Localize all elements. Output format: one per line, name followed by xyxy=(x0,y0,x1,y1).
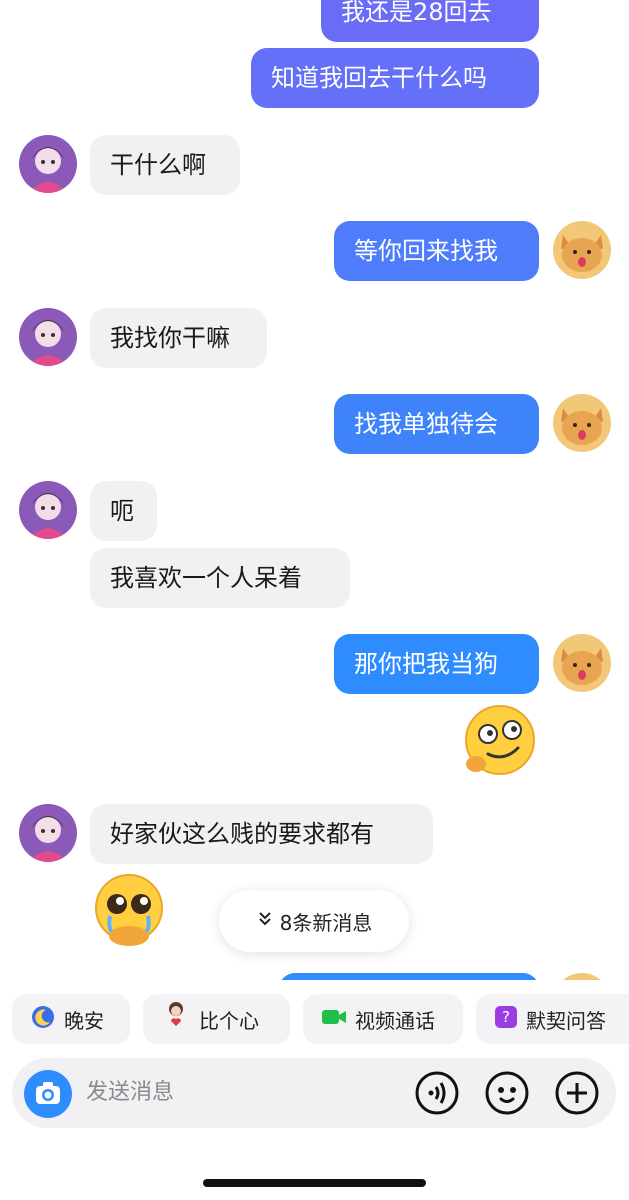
add-button[interactable] xyxy=(554,1070,600,1116)
quick-action-label: 比个心 xyxy=(199,1008,259,1033)
camera-button[interactable] xyxy=(24,1070,72,1118)
message-outgoing[interactable] xyxy=(279,973,539,980)
message-outgoing[interactable]: 等你回来找我 xyxy=(334,221,539,281)
quick-action-video-call[interactable]: 视频通话 xyxy=(303,994,463,1044)
my-avatar[interactable] xyxy=(553,634,611,692)
camera-icon xyxy=(24,1082,72,1122)
contact-avatar[interactable] xyxy=(19,804,77,862)
voice-icon xyxy=(414,1071,460,1120)
new-messages-label: 8条新消息 xyxy=(279,910,373,935)
quick-action-quiz[interactable]: ? 默契问答 xyxy=(476,994,629,1044)
quick-action-goodnight[interactable]: 晚安 xyxy=(12,994,130,1044)
message-input-bar: 发送消息 xyxy=(12,1058,616,1128)
quick-action-label: 视频通话 xyxy=(355,1008,435,1033)
quick-action-heart[interactable]: 比个心 xyxy=(143,994,290,1044)
voice-button[interactable] xyxy=(414,1070,460,1116)
message-text: 我喜欢一个人呆着 xyxy=(110,564,302,592)
contact-avatar[interactable] xyxy=(19,308,77,366)
message-input[interactable]: 发送消息 xyxy=(86,1058,174,1128)
message-text: 好家伙这么贱的要求都有 xyxy=(110,820,374,848)
message-outgoing[interactable]: 找我单独待会 xyxy=(334,394,539,454)
heart-gesture-icon xyxy=(161,1000,191,1039)
smirk-emoji-sticker[interactable] xyxy=(460,702,540,786)
pleading-emoji-sticker[interactable] xyxy=(90,872,168,954)
question-icon: ? xyxy=(494,1005,518,1034)
message-text: 等你回来找我 xyxy=(354,237,498,265)
chat-area[interactable]: 我还是28回去 知道我回去干什么吗 干什么啊 等你回来找我 我找你干嘛 找我单独… xyxy=(0,0,629,980)
new-messages-button[interactable]: 8条新消息 xyxy=(219,890,409,952)
message-text: 那你把我当狗 xyxy=(354,650,498,678)
message-text: 找我单独待会 xyxy=(354,410,498,438)
chevron-down-double-icon xyxy=(256,909,274,933)
message-text: 干什么啊 xyxy=(110,151,206,179)
message-incoming[interactable]: 我找你干嘛 xyxy=(90,308,267,368)
emoji-button[interactable] xyxy=(484,1070,530,1116)
contact-avatar[interactable] xyxy=(19,135,77,193)
message-text: 知道我回去干什么吗 xyxy=(271,64,487,92)
message-incoming[interactable]: 呃 xyxy=(90,481,157,541)
message-outgoing[interactable]: 那你把我当狗 xyxy=(334,634,539,694)
contact-avatar[interactable] xyxy=(19,481,77,539)
my-avatar[interactable] xyxy=(553,973,611,980)
message-text: 我找你干嘛 xyxy=(110,324,230,352)
quick-action-label: 默契问答 xyxy=(526,1008,606,1033)
add-icon xyxy=(554,1071,600,1120)
home-indicator[interactable] xyxy=(203,1179,426,1187)
message-incoming[interactable]: 干什么啊 xyxy=(90,135,240,195)
quick-action-label: 晚安 xyxy=(64,1008,104,1033)
message-text: 呃 xyxy=(110,497,134,525)
my-avatar[interactable] xyxy=(553,394,611,452)
message-incoming[interactable]: 我喜欢一个人呆着 xyxy=(90,548,350,608)
message-outgoing[interactable]: 知道我回去干什么吗 xyxy=(251,48,539,108)
emoji-icon xyxy=(484,1071,530,1120)
svg-text:?: ? xyxy=(502,1008,510,1026)
message-outgoing[interactable]: 我还是28回去 xyxy=(321,0,539,42)
moon-icon xyxy=(30,1004,56,1035)
my-avatar[interactable] xyxy=(553,221,611,279)
video-camera-icon xyxy=(321,1007,347,1032)
message-text: 我还是28回去 xyxy=(341,0,492,26)
message-incoming[interactable]: 好家伙这么贱的要求都有 xyxy=(90,804,433,864)
